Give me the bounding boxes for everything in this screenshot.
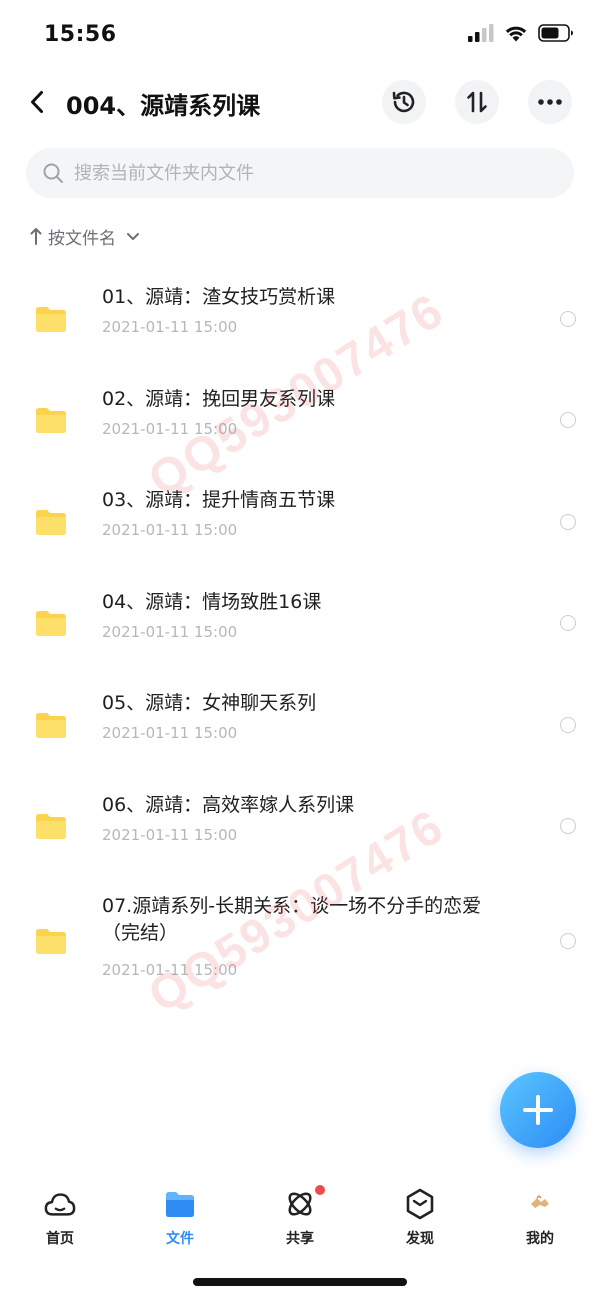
tab-files[interactable]: 文件 [120,1180,240,1260]
sort-by-name-button[interactable]: 按文件名 [30,222,140,250]
nav-bar: 004、源靖系列课 [0,72,600,132]
file-row[interactable]: 05、源靖：女神聊天系列 2021-01-11 15:00 [0,674,600,776]
file-row[interactable]: 03、源靖：提升情商五节课 2021-01-11 15:00 [0,471,600,573]
select-checkbox[interactable] [560,933,576,949]
history-icon [392,91,415,113]
file-date: 2021-01-11 15:00 [102,825,238,844]
atom-icon [284,1188,316,1220]
select-checkbox[interactable] [560,513,576,530]
chevron-down-icon [127,233,139,240]
file-name: 01、源靖：渣女技巧赏析课 [102,286,336,308]
status-icons [468,24,574,42]
file-date: 2021-01-11 15:00 [102,318,238,336]
file-name: 02、源靖：挽回男友系列课 [102,387,336,410]
tab-share[interactable]: 共享 [240,1180,360,1260]
file-name: 03、源靖：提升情商五节课 [102,489,336,511]
file-list: 01、源靖：渣女技巧赏析课 2021-01-11 15:00 02、源靖：挽回男… [0,268,600,1005]
file-date: 2021-01-11 15:00 [102,724,238,742]
file-row[interactable]: 02、源靖：挽回男友系列课 2021-01-11 15:00 [0,370,600,472]
hexagon-icon [404,1188,436,1220]
select-checkbox[interactable] [560,615,576,632]
more-dots-icon [538,99,562,105]
folder-icon [164,1188,196,1220]
sort-label: 按文件名 [48,228,116,249]
file-row[interactable]: 06、源靖：高效率嫁人系列课 2021-01-11 15:00 [0,776,600,878]
status-bar: 15:56 [0,0,600,72]
history-button[interactable] [382,80,426,124]
search-icon [43,163,63,183]
search-box[interactable] [26,148,574,198]
wifi-icon [505,26,527,42]
avatar-icon [524,1188,556,1220]
chevron-left-icon [31,91,43,113]
select-checkbox[interactable] [560,818,576,835]
folder-icon [36,611,66,637]
arrow-up-icon [30,228,42,245]
status-time: 15:56 [44,22,117,47]
folder-icon [36,712,66,738]
more-button[interactable] [528,80,572,124]
search-input[interactable] [74,162,554,184]
folder-icon [36,509,66,535]
tab-home[interactable]: 首页 [0,1180,120,1260]
battery-icon [538,24,573,42]
select-checkbox[interactable] [560,310,576,327]
file-row[interactable]: 01、源靖：渣女技巧赏析课 2021-01-11 15:00 [0,268,600,370]
folder-icon [36,929,66,954]
file-row[interactable]: 07.源靖系列-长期关系：谈一场不分手的恋爱（完结） 2021-01-11 15… [0,877,600,1005]
tab-profile[interactable]: 我的 [480,1180,600,1260]
file-name: 04、源靖：情场致胜16课 [102,590,322,613]
file-name: 06、源靖：高效率嫁人系列课 [102,793,355,816]
file-date: 2021-01-11 15:00 [102,961,238,979]
folder-icon [36,814,66,840]
sort-order-button[interactable] [455,80,499,124]
tab-label: 共享 [286,1231,314,1247]
tab-label: 发现 [406,1231,434,1247]
home-indicator [193,1278,407,1286]
back-button[interactable] [22,84,52,120]
file-name: 07.源靖系列-长期关系：谈一场不分手的恋爱（完结） [102,895,482,944]
tab-label: 文件 [166,1231,194,1247]
file-date: 2021-01-11 15:00 [102,521,238,539]
tab-bar: 首页 文件 共享 发现 我的 [0,1180,600,1260]
folder-icon [36,408,66,434]
tab-label: 首页 [46,1231,74,1247]
file-name: 05、源靖：女神聊天系列 [102,692,317,714]
plus-icon [523,1095,553,1125]
file-row[interactable]: 04、源靖：情场致胜16课 2021-01-11 15:00 [0,573,600,675]
tab-label: 我的 [526,1231,554,1247]
notification-badge [314,1184,326,1196]
select-checkbox[interactable] [560,412,576,429]
cloud-icon [44,1188,76,1220]
cellular-signal-icon [468,24,494,42]
folder-icon [36,306,66,332]
file-date: 2021-01-11 15:00 [102,622,238,641]
page-title: 004、源靖系列课 [66,92,261,120]
select-checkbox[interactable] [560,716,576,733]
add-button[interactable] [500,1072,576,1148]
file-date: 2021-01-11 15:00 [102,419,238,438]
sort-arrows-icon [467,91,487,113]
tab-discover[interactable]: 发现 [360,1180,480,1260]
